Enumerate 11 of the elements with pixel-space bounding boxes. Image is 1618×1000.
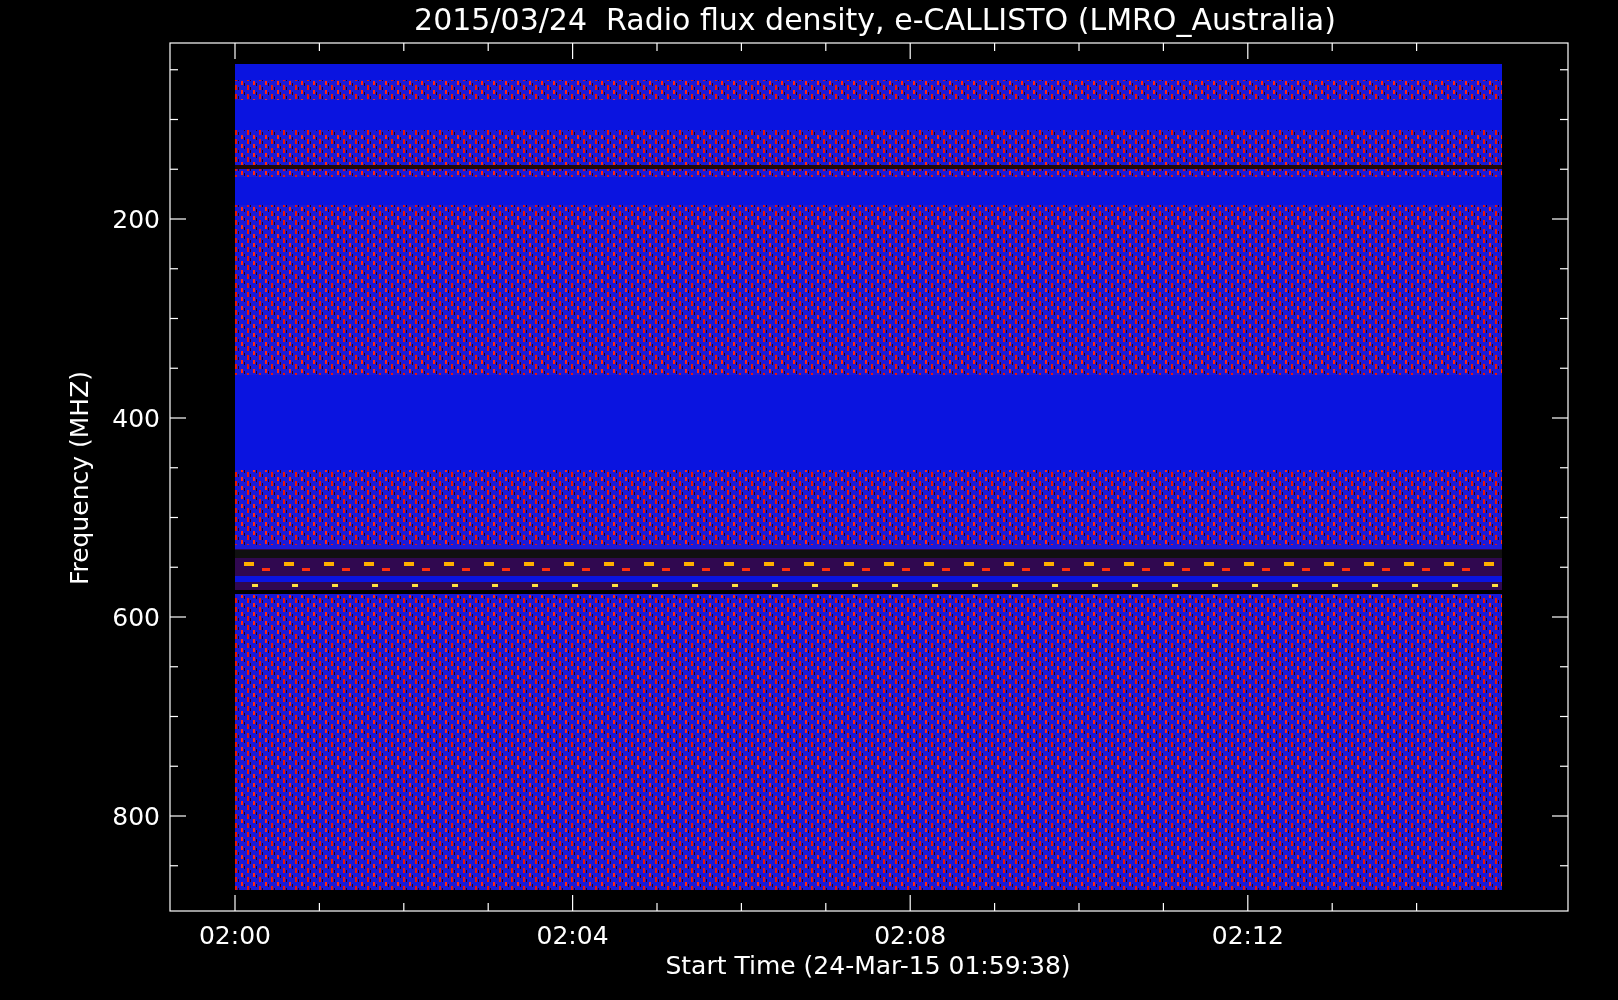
tick-label: 02:12 — [1211, 921, 1284, 950]
tick-label: 200 — [112, 205, 160, 234]
x-axis-label: Start Time (24-Mar-15 01:59:38) — [665, 951, 1071, 980]
chart-title: 2015/03/24 Radio flux density, e-CALLISTO (LMRO_Australia) — [414, 2, 1336, 37]
tick-label: 400 — [112, 404, 160, 433]
tick-label: 02:08 — [874, 921, 947, 950]
tick-label: 800 — [112, 802, 160, 831]
tick-label: 600 — [112, 603, 160, 632]
tick-label: 02:04 — [536, 921, 609, 950]
y-axis-label: Frequency (MHZ) — [65, 370, 94, 586]
tick-label: 02:00 — [199, 921, 271, 950]
